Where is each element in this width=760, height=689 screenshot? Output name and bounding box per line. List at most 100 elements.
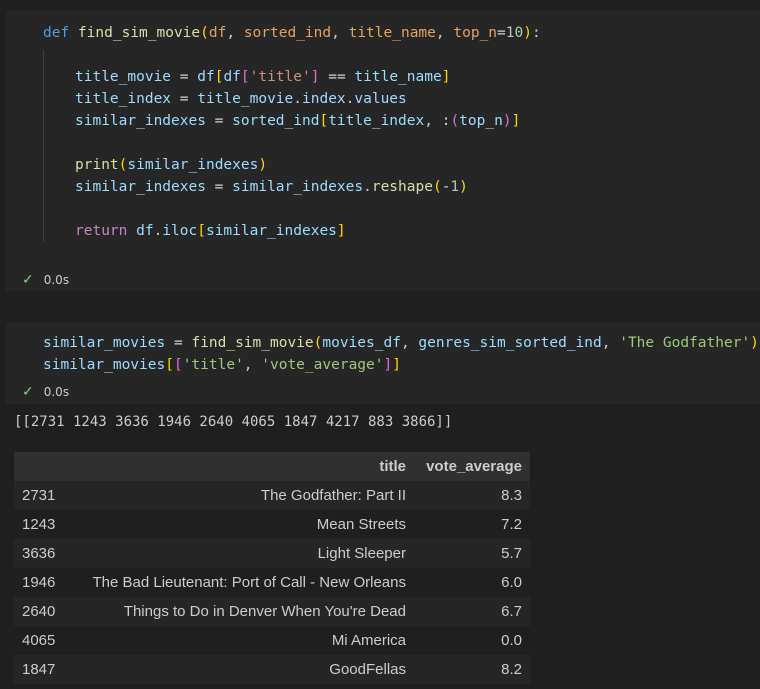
code-token: iloc [162,223,198,239]
code-token: . [293,91,302,107]
code-line[interactable]: similar_indexes = similar_indexes.reshap… [75,176,468,198]
code-token: ) [750,335,759,351]
table-row: 1847 GoodFellas 8.2 [14,655,530,684]
code-token: , [226,25,244,41]
code-token: df [208,25,227,41]
code-cell-2[interactable]: similar_movies = find_sim_movie(movies_d… [6,322,760,404]
code-token: = [205,113,233,129]
vote-average-header: vote_average [414,452,530,481]
code-token: ( [450,113,460,129]
code-token: ] [392,357,401,373]
row-index: 1946 [14,568,72,597]
title-cell: The Godfather: Part II [72,481,414,510]
code-token: find_sim_movie [77,25,201,41]
code-token: 1 [450,179,460,195]
code-line[interactable]: similar_movies[['title', 'vote_average']… [43,354,401,376]
code-token: [ [165,357,174,373]
row-index: 1847 [14,655,72,684]
code-token: == [319,69,355,85]
execution-time: 0.0s [43,385,70,399]
code-token: = [205,179,233,195]
title-cell: Mi America [72,626,414,655]
title-cell: Light Sleeper [72,539,414,568]
code-token: 'vote_average' [261,357,384,373]
code-token: print [75,157,119,173]
vote-average-cell: 5.7 [414,539,530,568]
code-line[interactable]: similar_movies = find_sim_movie(movies_d… [43,332,759,354]
code-token: 'title' [249,69,311,85]
code-token: 'title' [182,357,244,373]
code-token: return [75,223,137,239]
table-row: 3636 Light Sleeper 5.7 [14,539,530,568]
row-index: 3636 [14,539,72,568]
table-row: 4065 Mi America 0.0 [14,626,530,655]
code-token: index [302,91,346,107]
code-token: [ [173,357,183,373]
code-token: [ [319,113,329,129]
code-token: similar_indexes [75,179,206,195]
table-row: 2731 The Godfather: Part II 8.3 [14,481,530,510]
code-token: similar_indexes [205,223,337,239]
row-index: 1243 [14,510,72,539]
code-token: similar_indexes [232,179,364,195]
code-token: , [243,357,262,373]
code-editor[interactable]: def find_sim_movie(df, sorted_ind, title… [6,10,760,239]
vote-average-cell: 6.0 [414,568,530,597]
code-token: title_index [328,113,425,129]
title-cell: Mean Streets [72,510,414,539]
vote-average-cell: 8.3 [414,481,530,510]
execution-status: ✓ 0.0s [22,272,69,288]
code-token: = [497,25,506,41]
vote-average-cell: 8.2 [414,655,530,684]
table-row: 1946 The Bad Lieutenant: Port of Call - N… [14,568,530,597]
code-token: top_n [453,25,498,41]
code-cell-1[interactable]: def find_sim_movie(df, sorted_ind, title… [6,10,760,291]
code-token: def [43,25,78,41]
code-token: ) [459,179,468,195]
execution-time: 0.0s [43,273,70,287]
code-token: . [363,179,372,195]
code-token: similar_indexes [127,157,259,173]
title-header: title [72,452,414,481]
code-line[interactable]: similar_indexes = sorted_ind[title_index… [75,110,520,132]
code-token: = [171,69,198,85]
code-line[interactable]: def find_sim_movie(df, sorted_ind, title… [43,22,541,44]
execution-status: ✓ 0.0s [22,384,69,400]
code-token: genres_sim_sorted_ind [418,335,602,351]
row-index: 2640 [14,597,72,626]
code-token: df [223,69,241,85]
code-editor[interactable]: similar_movies = find_sim_movie(movies_d… [6,322,760,410]
code-token: find_sim_movie [191,335,314,351]
code-token: reshape [371,179,433,195]
code-token: values [354,91,407,107]
vote-average-cell: 0.0 [414,626,530,655]
code-token: title_name [348,25,436,41]
vote-average-cell: 6.7 [414,597,530,626]
code-token: ) [258,157,268,173]
code-token: sorted_ind [243,25,332,41]
code-token: ] [441,69,451,85]
code-token: ] [336,223,346,239]
code-line[interactable]: title_movie = df[df['title'] == title_na… [75,66,450,88]
table-row: 1243 Mean Streets 7.2 [14,510,530,539]
code-token: = [165,335,192,351]
code-token: , [424,113,442,129]
code-token: title_index [75,91,172,107]
code-line[interactable]: print(similar_indexes) [75,154,267,176]
code-token: ] [511,113,521,129]
code-token: ] [383,357,393,373]
code-line[interactable]: title_index = title_movie.index.values [75,88,407,110]
table-row: 2640 Things to Do in Denver When You're D… [14,597,530,626]
index-header [14,452,72,481]
code-token: similar_movies [43,335,166,351]
code-token: . [153,223,163,239]
code-token: [ [240,69,250,85]
code-token: ) [502,113,512,129]
code-token: ( [200,25,209,41]
title-cell: The Bad Lieutenant: Port of Call - New O… [72,568,414,597]
code-token: sorted_ind [232,113,320,129]
code-token: 'The Godfather' [619,335,751,351]
code-token: title_movie [197,91,294,107]
code-token: ( [432,179,442,195]
code-line[interactable]: return df.iloc[similar_indexes] [75,220,346,242]
